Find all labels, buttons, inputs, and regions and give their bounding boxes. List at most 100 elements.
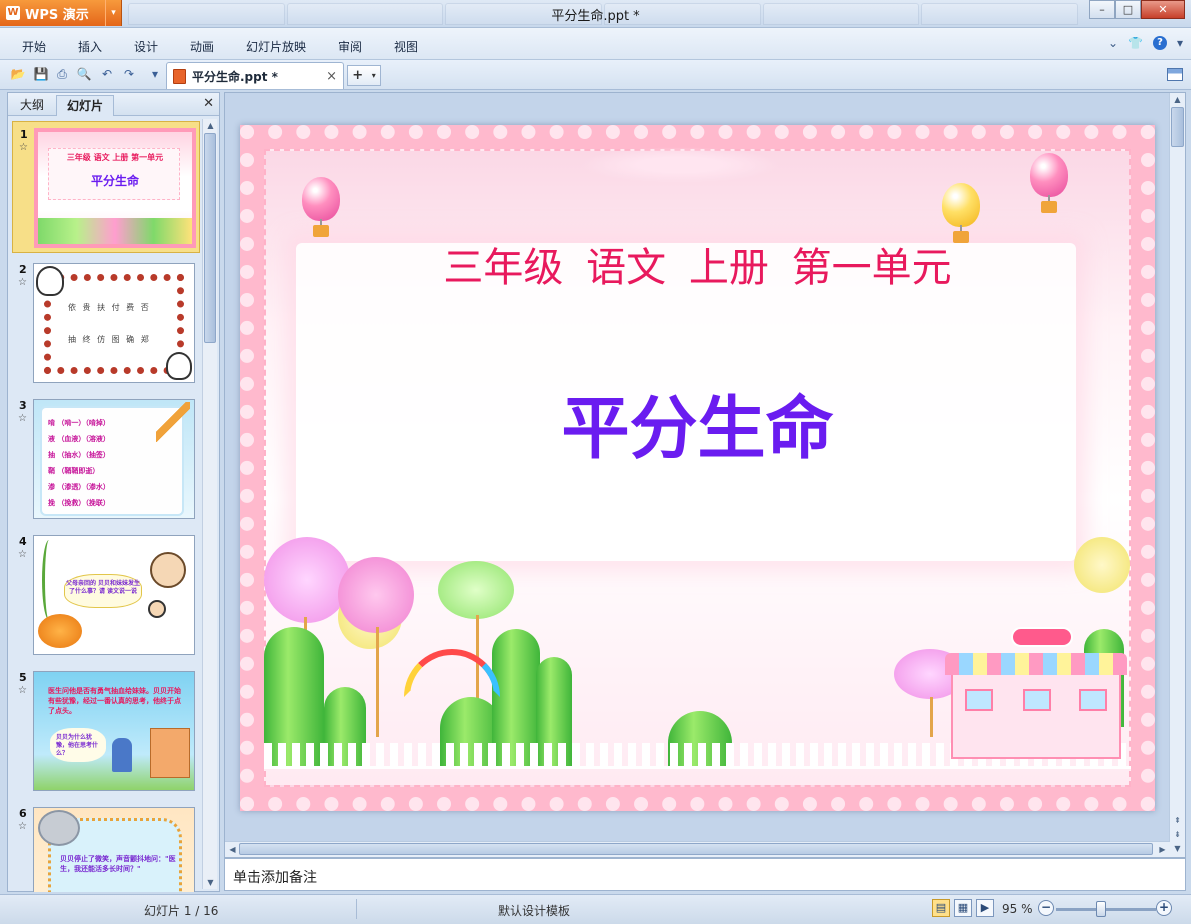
close-panel-icon[interactable]: ✕ (203, 96, 214, 111)
document-tab[interactable]: 平分生命.ppt * × (166, 62, 344, 89)
slide-thumbnail-1[interactable]: 1 ☆ 三年级 语文 上册 第一单元 平分生命 (12, 121, 200, 253)
next-slide-icon[interactable]: ⇟ (1170, 828, 1185, 841)
scroll-thumb[interactable] (204, 133, 216, 343)
menu-view[interactable]: 视图 (394, 38, 418, 55)
document-tab-label: 平分生命.ppt * (192, 69, 278, 84)
undo-icon[interactable]: ↶ (98, 66, 116, 83)
paintbrush-icon (156, 402, 190, 442)
menu-animation[interactable]: 动画 (190, 38, 214, 55)
slide-number: 5 (19, 671, 27, 684)
slide-preview: 父母亲回的 贝贝和妹妹发生了什么事？请 读文说一说 (33, 535, 195, 655)
notes-pane[interactable]: 单击添加备注 (224, 858, 1186, 891)
child-illustration (148, 600, 166, 618)
slide-preview: 医生问他是否有勇气抽血给妹妹。贝贝开始有些犹豫，经过一番认真的思考，他终于点了点… (33, 671, 195, 791)
animation-star-icon: ☆ (19, 142, 28, 153)
slide-subtitle[interactable]: 三年级 语文 上册 第一单元 (240, 235, 1155, 293)
preview-word-row: 抽 终 仿 图 确 郑 (68, 335, 151, 344)
status-bar: 幻灯片 1 / 16 默认设计模板 ▤ ▦ ▶ 95 % − + (0, 894, 1191, 924)
scroll-thumb[interactable] (239, 843, 1153, 855)
slide-title[interactable]: 平分生命 (240, 373, 1155, 472)
menu-review[interactable]: 审阅 (338, 38, 362, 55)
skin-shirt-icon[interactable]: 👕 (1128, 36, 1143, 50)
slide-counter: 幻灯片 1 / 16 (144, 904, 219, 918)
open-folder-icon[interactable]: 📂 (9, 66, 27, 83)
thumbnail-scrollbar[interactable]: ▲ ▼ (202, 119, 217, 889)
preview-row: 啃 （啃一）（啃掉） (48, 419, 110, 427)
zoom-out-icon[interactable]: − (1038, 900, 1054, 916)
tab-outline[interactable]: 大纲 (10, 95, 54, 116)
zoom-slider-track[interactable] (1056, 908, 1156, 911)
slide-preview: 啃 （啃一）（啃掉） 液 （血液）（溶液） 抽 （抽水）（抽签） 鞘 （鞘鞘即逝… (33, 399, 195, 519)
preview-subtitle: 三年级 语文 上册 第一单元 (66, 153, 164, 162)
slide-thumbnail-6[interactable]: 6 ☆ 贝贝停止了微笑，声音颤抖地问："医生，我还能活多长时间？" (12, 801, 200, 892)
scroll-left-icon[interactable]: ◀ (225, 843, 240, 856)
slide-number: 3 (19, 399, 27, 412)
slide-number: 2 (19, 263, 27, 276)
preview-title: 平分生命 (90, 174, 139, 188)
slide-canvas[interactable]: 三年级 语文 上册 第一单元 平分生命 (240, 125, 1155, 811)
help-icon[interactable]: ? (1152, 36, 1167, 50)
redo-icon[interactable]: ↷ (120, 66, 138, 83)
preview-bubble: 父母亲回的 贝贝和妹妹发生了什么事？请 读文说一说 (64, 574, 142, 608)
editor-horizontal-scrollbar[interactable]: ◀ ▶ (225, 841, 1170, 857)
preview-row: 鞘 （鞘鞘即逝） (48, 467, 100, 475)
scroll-thumb[interactable] (1171, 107, 1184, 147)
slide-thumbnail-5[interactable]: 5 ☆ 医生问他是否有勇气抽血给妹妹。贝贝开始有些犹豫，经过一番认真的思考，他终… (12, 665, 200, 797)
wings-decoration (580, 147, 780, 183)
menu-insert[interactable]: 插入 (78, 38, 102, 55)
slide-sorter-view-icon[interactable]: ▦ (954, 899, 972, 917)
print-icon[interactable]: ⎙ (53, 66, 71, 83)
customize-toolbar-icon[interactable]: ▾ (146, 66, 164, 83)
garden-decoration (264, 537, 1131, 787)
menu-home[interactable]: 开始 (22, 38, 46, 55)
cow-icon (36, 266, 64, 296)
design-template-name[interactable]: 默认设计模板 (498, 902, 570, 919)
previous-slide-icon[interactable]: ⇞ (1170, 814, 1185, 827)
save-icon[interactable]: 💾 (32, 66, 50, 83)
slideshow-view-icon[interactable]: ▶ (976, 899, 994, 917)
menu-bar: 开始 插入 设计 动画 幻灯片放映 审阅 视图 ⌄ 👕 ? ▾ (0, 28, 1191, 60)
menu-slideshow[interactable]: 幻灯片放映 (246, 38, 306, 55)
scroll-down-icon[interactable]: ▼ (1170, 842, 1185, 855)
slide-preview: 贝贝停止了微笑，声音颤抖地问："医生，我还能活多长时间？" (33, 807, 195, 892)
title-bar: W WPS 演示 ▾ 平分生命.ppt * – □ ✕ (0, 0, 1191, 28)
preview-row: 液 （血液）（溶液） (48, 435, 110, 443)
minimize-button[interactable]: – (1089, 0, 1115, 19)
chevron-down-icon[interactable]: ▾ (1177, 36, 1183, 50)
maximize-button[interactable]: □ (1115, 0, 1141, 19)
plus-icon: + (352, 68, 364, 83)
menu-design[interactable]: 设计 (134, 38, 158, 55)
animation-star-icon: ☆ (18, 277, 27, 288)
quick-access-toolbar: 📂 💾 ⎙ 🔍 ↶ ↷ ▾ 平分生命.ppt * × + ▾ (0, 60, 1191, 90)
slide-thumbnail-4[interactable]: 4 ☆ 父母亲回的 贝贝和妹妹发生了什么事？请 读文说一说 (12, 529, 200, 661)
chevron-down-icon[interactable]: ⌄ (1108, 36, 1118, 50)
slide-thumbnail-2[interactable]: 2 ☆ 依 贵 扶 付 费 否 抽 终 仿 图 确 郑 (12, 257, 200, 389)
normal-view-icon[interactable]: ▤ (932, 899, 950, 917)
zoom-in-icon[interactable]: + (1156, 900, 1172, 916)
house-illustration (150, 728, 190, 778)
close-tab-icon[interactable]: × (326, 69, 337, 84)
new-tab-button[interactable]: + ▾ (347, 65, 381, 86)
preview-row: 抽 （抽水）（抽签） (48, 451, 110, 459)
balloon-icon (942, 183, 980, 243)
window-layout-icon[interactable] (1167, 68, 1183, 81)
slides-panel: 大纲 幻灯片 ✕ 1 ☆ 三年级 语文 上册 第一单元 平分生命 2 ☆ 依 贵… (7, 92, 220, 892)
shop-house-illustration (945, 627, 1127, 759)
slide-number: 6 (19, 807, 27, 820)
scroll-right-icon[interactable]: ▶ (1155, 843, 1170, 856)
rainbow-icon (404, 649, 500, 697)
editor-vertical-scrollbar[interactable]: ▲ ⇞ ⇟ ▼ (1169, 93, 1185, 857)
close-button[interactable]: ✕ (1141, 0, 1185, 19)
balloon-icon (1030, 153, 1068, 213)
scroll-down-icon[interactable]: ▼ (203, 876, 218, 889)
scroll-up-icon[interactable]: ▲ (1170, 93, 1185, 106)
preview-row: 渗 （渗透）（渗水） (48, 483, 110, 491)
print-preview-icon[interactable]: 🔍 (75, 66, 93, 83)
chevron-down-icon[interactable]: ▾ (372, 71, 376, 80)
zoom-slider-handle[interactable] (1096, 901, 1106, 917)
slide-thumbnail-3[interactable]: 3 ☆ 啃 （啃一）（啃掉） 液 （血液）（溶液） 抽 （抽水）（抽签） 鞘 （… (12, 393, 200, 525)
tab-slides[interactable]: 幻灯片 (56, 95, 115, 116)
scroll-up-icon[interactable]: ▲ (203, 119, 218, 132)
animation-star-icon: ☆ (18, 685, 27, 696)
parents-illustration (150, 552, 186, 588)
